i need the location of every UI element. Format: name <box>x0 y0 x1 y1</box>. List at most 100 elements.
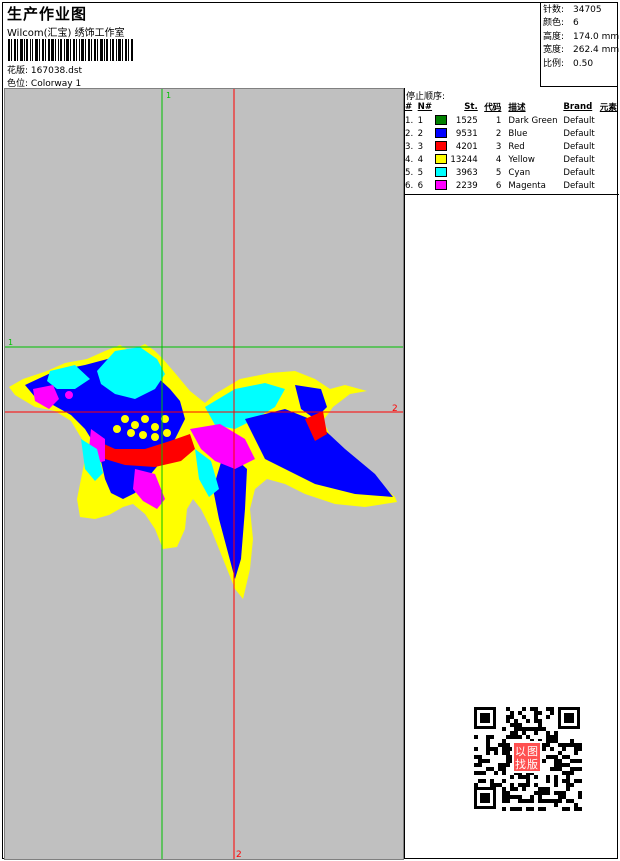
table-row: 3. 3 4201 3 Red Default <box>405 140 619 153</box>
row-brand: Default <box>563 154 595 165</box>
color-swatch-box <box>435 180 448 191</box>
design-file: 花版: 167038.dst <box>7 63 82 76</box>
row-description: Red <box>508 141 525 152</box>
table-row: 2. 2 9531 2 Blue Default <box>405 127 619 140</box>
svg-text:图: 图 <box>527 745 538 758</box>
row-element <box>600 153 619 166</box>
design-canvas[interactable]: 1 1 2 2 <box>4 88 404 860</box>
guide-label-red-v: 2 <box>236 850 242 860</box>
row-index: 1. <box>405 115 414 126</box>
table-row: 4. 4 13244 4 Yellow Default <box>405 153 619 166</box>
color-swatch-box <box>435 141 448 152</box>
col-header: 元素 <box>599 103 617 113</box>
company-name: Wilcom(汇宝) 绣饰工作室 <box>7 28 125 39</box>
guide-label-red-h: 2 <box>392 404 398 414</box>
design-value: 167038.dst <box>30 66 83 76</box>
col-header <box>435 101 450 114</box>
color-swatch <box>435 140 450 153</box>
stats-panel: 针数: 34705 颜色: 6 高度: 174.0 mm 宽度: 262.4 mm 比例… <box>543 4 619 71</box>
row-code: 1 <box>495 115 502 126</box>
stat-height: 高度: 174.0 mm <box>543 31 620 42</box>
col-header: 代码 <box>484 103 502 113</box>
row-description: Dark Green <box>508 115 558 126</box>
row-number: 2 <box>417 128 424 139</box>
stat-scale: 比例: 0.50 <box>543 58 594 69</box>
stop-sequence-box: 停止顺序: # N# St. 代码 描述 Brand 元素 1. 1 1525 1 Da… <box>405 88 619 195</box>
row-code: 4 <box>495 154 502 165</box>
col-header: Brand <box>563 102 593 112</box>
svg-text:找: 找 <box>515 757 526 771</box>
row-index: 3. <box>405 141 414 152</box>
stat-stitches: 针数: 34705 <box>543 5 602 15</box>
row-brand: Default <box>563 141 595 152</box>
col-header: # <box>405 102 413 112</box>
qr-finder-tl <box>474 707 496 729</box>
row-code: 2 <box>495 128 502 139</box>
page-title: 生产作业图 <box>7 5 88 23</box>
row-number: 4 <box>417 154 424 165</box>
color-swatch <box>435 127 450 140</box>
row-index: 5. <box>405 167 414 178</box>
table-row: 1. 1 1525 1 Dark Green Default <box>405 114 619 127</box>
row-brand: Default <box>563 115 595 126</box>
color-swatch-box <box>435 154 448 165</box>
stats-divider <box>540 86 618 87</box>
design-label: 花版: <box>7 66 29 76</box>
row-number: 3 <box>417 141 424 152</box>
header-block: 生产作业图 Wilcom(汇宝) 绣饰工作室 花版: 167038.dst 色位… <box>4 3 539 89</box>
row-code: 6 <box>495 180 502 191</box>
color-swatch <box>435 166 450 179</box>
fish-eye <box>63 389 75 401</box>
row-index: 2. <box>405 128 414 139</box>
row-code: 5 <box>495 167 502 178</box>
row-description: Cyan <box>508 167 531 178</box>
row-stitches: 3963 <box>455 167 478 178</box>
row-element <box>600 114 619 127</box>
color-swatch <box>435 179 450 192</box>
header-divider <box>540 2 541 86</box>
row-element <box>600 127 619 140</box>
row-description: Blue <box>508 128 528 139</box>
color-swatch-box <box>435 115 448 126</box>
stamp-seal: 图 以 版 找 <box>512 741 542 773</box>
stat-colors: 颜色: 6 <box>543 18 579 29</box>
table-header-row: # N# St. 代码 描述 Brand 元素 <box>405 101 619 114</box>
row-element <box>600 166 619 179</box>
row-number: 1 <box>417 115 424 126</box>
goldfish-design: 1 1 2 2 <box>5 89 403 860</box>
qr-finder-tr <box>558 707 580 729</box>
row-stitches: 9531 <box>455 128 478 139</box>
guide-label-green-h: 1 <box>8 338 13 347</box>
color-swatch <box>435 153 450 166</box>
row-stitches: 13244 <box>450 154 478 165</box>
color-swatch-box <box>435 128 448 139</box>
table-row: 5. 5 3963 5 Cyan Default <box>405 166 619 179</box>
row-brand: Default <box>563 167 595 178</box>
row-index: 6. <box>405 180 414 191</box>
barcode <box>8 39 133 61</box>
row-number: 6 <box>417 180 424 191</box>
qr-finder-bl <box>474 787 496 809</box>
row-description: Yellow <box>508 154 535 165</box>
row-description: Magenta <box>508 180 546 191</box>
row-element <box>600 179 619 192</box>
row-brand: Default <box>563 128 595 139</box>
col-header: 描述 <box>508 103 526 113</box>
table-row: 6. 6 2239 6 Magenta Default <box>405 179 619 192</box>
row-brand: Default <box>563 180 595 191</box>
stat-width: 宽度: 262.4 mm <box>543 45 620 56</box>
color-swatch-box <box>435 167 448 178</box>
row-stitches: 4201 <box>455 141 478 152</box>
svg-text:版: 版 <box>527 757 538 771</box>
row-element <box>600 140 619 153</box>
row-stitches: 2239 <box>455 180 478 191</box>
stop-sequence-table: # N# St. 代码 描述 Brand 元素 1. 1 1525 1 Dark Gre… <box>405 101 619 192</box>
svg-text:以: 以 <box>515 745 526 758</box>
row-number: 5 <box>417 167 424 178</box>
col-header: St. <box>464 102 478 112</box>
color-swatch <box>435 114 450 127</box>
qr-code: 图 以 版 找 <box>470 703 584 813</box>
guide-label-green-v: 1 <box>166 91 171 100</box>
row-code: 3 <box>495 141 502 152</box>
row-index: 4. <box>405 154 414 165</box>
